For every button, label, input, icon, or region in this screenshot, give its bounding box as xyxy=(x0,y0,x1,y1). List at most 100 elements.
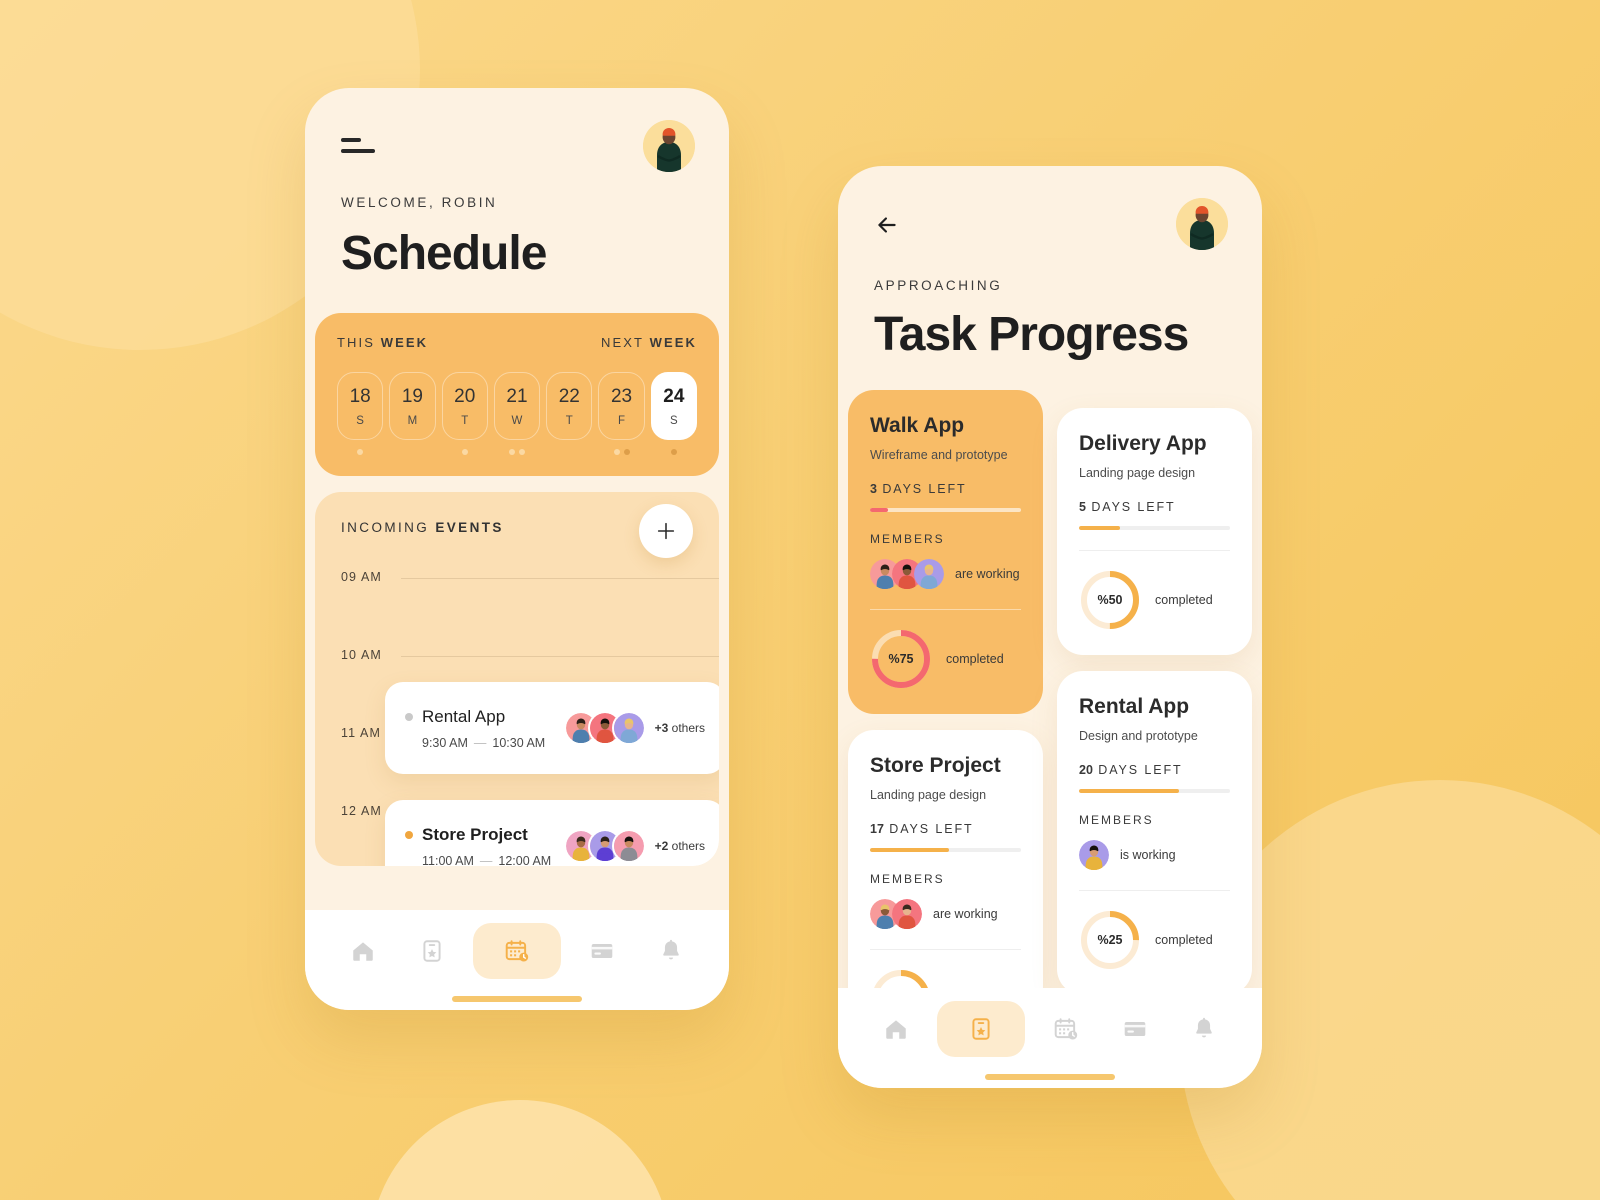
day-cell-24[interactable]: 24 S xyxy=(650,372,697,440)
task-cards-area: Walk App Wireframe and prototype 3 DAYS LE… xyxy=(838,390,1262,1010)
event-dot xyxy=(613,449,620,455)
task-progress-bar xyxy=(1079,789,1230,793)
nav-button-bell[interactable] xyxy=(643,928,699,974)
incoming-events-card: INCOMING EVENTS 09 AM 10 AM 11 AM 12 AM Rent… xyxy=(315,492,719,866)
event-end-time: 12:00 AM xyxy=(498,853,552,867)
completion-row: %75 completed xyxy=(870,628,1021,690)
arrow-left-icon xyxy=(878,217,896,233)
task-progress-bar xyxy=(870,508,1021,512)
task-subtitle: Landing page design xyxy=(1079,466,1196,480)
event-dot xyxy=(508,449,515,455)
day-number: 18 xyxy=(349,385,371,407)
progress-fill xyxy=(1079,526,1120,530)
timeline-hour-label: 11 AM xyxy=(341,726,382,740)
members-status-text: is working xyxy=(1120,848,1176,862)
bottom-navigation-bar xyxy=(305,910,729,1010)
week-tabs: THIS WEEK NEXT WEEK xyxy=(337,335,697,350)
avatar-stack[interactable] xyxy=(563,711,646,745)
schedule-header: WELCOME, ROBIN Schedule xyxy=(305,88,729,281)
task-cards-column-right: Delivery App Landing page design 5 DAYS LE… xyxy=(1057,390,1252,1010)
card-divider xyxy=(1079,550,1230,551)
nav-button-credit-card[interactable] xyxy=(574,928,630,974)
task-card-delivery-app[interactable]: Delivery App Landing page design 5 DAYS LE… xyxy=(1057,408,1252,655)
day-cell-22[interactable]: 22 T xyxy=(546,372,593,440)
day-cell-19[interactable]: 19 M xyxy=(389,372,436,440)
task-card-walk-app[interactable]: Walk App Wireframe and prototype 3 DAYS LE… xyxy=(848,390,1043,714)
time-dash: — xyxy=(473,735,487,750)
task-card-rental-app[interactable]: Rental App Design and prototype 20 DAYS LE… xyxy=(1057,671,1252,995)
member-avatar xyxy=(892,899,922,929)
back-button[interactable] xyxy=(874,208,904,238)
nav-button-calendar-clock[interactable] xyxy=(1038,1006,1094,1052)
bookmark-card-icon xyxy=(419,938,445,964)
tab-this-week[interactable]: THIS WEEK xyxy=(337,335,428,350)
completion-row: %50 completed xyxy=(1079,569,1230,631)
tab-next-week[interactable]: NEXT WEEK xyxy=(601,335,697,350)
day-number: 20 xyxy=(454,385,476,407)
members-label: MEMBERS xyxy=(1079,813,1154,827)
day-dots-24 xyxy=(651,449,697,456)
task-title: Store Project xyxy=(870,754,1001,777)
member-avatar-stack[interactable] xyxy=(870,899,922,929)
event-status-dot xyxy=(405,712,413,721)
task-card-store-project[interactable]: Store Project Landing page design 17 DAYS … xyxy=(848,730,1043,1010)
members-label: MEMBERS xyxy=(870,532,945,546)
avatar-stack[interactable] xyxy=(563,829,646,863)
nav-button-bookmark-card[interactable] xyxy=(937,1001,1026,1057)
timeline-divider xyxy=(401,656,719,657)
day-of-week: T xyxy=(461,414,469,427)
day-cell-20[interactable]: 20 T xyxy=(441,372,488,440)
day-of-week: S xyxy=(356,414,364,427)
day-event-dots xyxy=(337,449,697,456)
day-cell-21[interactable]: 21 W xyxy=(493,372,541,440)
nav-button-home[interactable] xyxy=(335,928,391,974)
day-dots-19 xyxy=(389,449,435,456)
task-progress-header: APPROACHING Task Progress xyxy=(838,166,1262,362)
event-card[interactable]: Rental App 9:30 AM — 10:30 AM +3 others xyxy=(385,682,719,774)
avatar[interactable] xyxy=(1176,198,1228,250)
members-row: are working xyxy=(870,559,1021,589)
nav-button-calendar-clock[interactable] xyxy=(472,923,561,979)
completion-label: completed xyxy=(946,652,1004,666)
hamburger-icon[interactable] xyxy=(341,128,375,153)
completion-label: completed xyxy=(1155,933,1213,947)
event-members: +3 others xyxy=(563,711,705,745)
calendar-clock-icon xyxy=(1053,1016,1079,1042)
event-end-time: 10:30 AM xyxy=(492,735,546,750)
event-card[interactable]: Store Project 11:00 AM — 12:00 AM +2 others xyxy=(385,800,719,866)
members-status-text: are working xyxy=(955,567,1020,581)
events-header: INCOMING EVENTS xyxy=(315,504,719,558)
task-subtitle: Wireframe and prototype xyxy=(870,448,1008,462)
home-indicator xyxy=(985,1074,1115,1080)
event-title-row: Store Project xyxy=(405,825,564,845)
event-title-row: Rental App xyxy=(405,707,564,727)
event-info: Rental App 9:30 AM — 10:30 AM xyxy=(405,707,564,750)
task-title: Delivery App xyxy=(1079,432,1207,455)
card-divider xyxy=(1079,890,1230,891)
event-members: +2 others xyxy=(563,829,705,863)
card-divider xyxy=(870,949,1021,950)
nav-button-credit-card[interactable] xyxy=(1107,1006,1163,1052)
nav-button-home[interactable] xyxy=(868,1006,924,1052)
task-progress-bar xyxy=(870,848,1021,852)
member-avatar xyxy=(611,829,646,863)
day-cell-23[interactable]: 23 F xyxy=(598,372,645,440)
others-count: +3 others xyxy=(654,721,705,735)
completion-percent: %50 xyxy=(1097,593,1123,607)
nav-button-bell[interactable] xyxy=(1176,1006,1232,1052)
day-of-week: T xyxy=(565,414,573,427)
day-cell-18[interactable]: 18 S xyxy=(337,372,384,440)
member-avatar-stack[interactable] xyxy=(870,559,944,589)
nav-button-bookmark-card[interactable] xyxy=(404,928,460,974)
day-dots-21 xyxy=(494,449,540,456)
members-row: are working xyxy=(870,899,1021,929)
events-timeline: 09 AM 10 AM 11 AM 12 AM Rental App 9:30 AM — 10… xyxy=(315,570,719,866)
completion-donut: %75 xyxy=(870,628,932,690)
home-icon xyxy=(350,938,376,964)
completion-label: completed xyxy=(1155,593,1213,607)
member-avatar-stack[interactable] xyxy=(1079,840,1109,870)
events-heading: INCOMING EVENTS xyxy=(341,520,504,535)
background xyxy=(0,0,1600,1200)
avatar[interactable] xyxy=(643,120,695,172)
add-event-button[interactable] xyxy=(639,504,693,558)
